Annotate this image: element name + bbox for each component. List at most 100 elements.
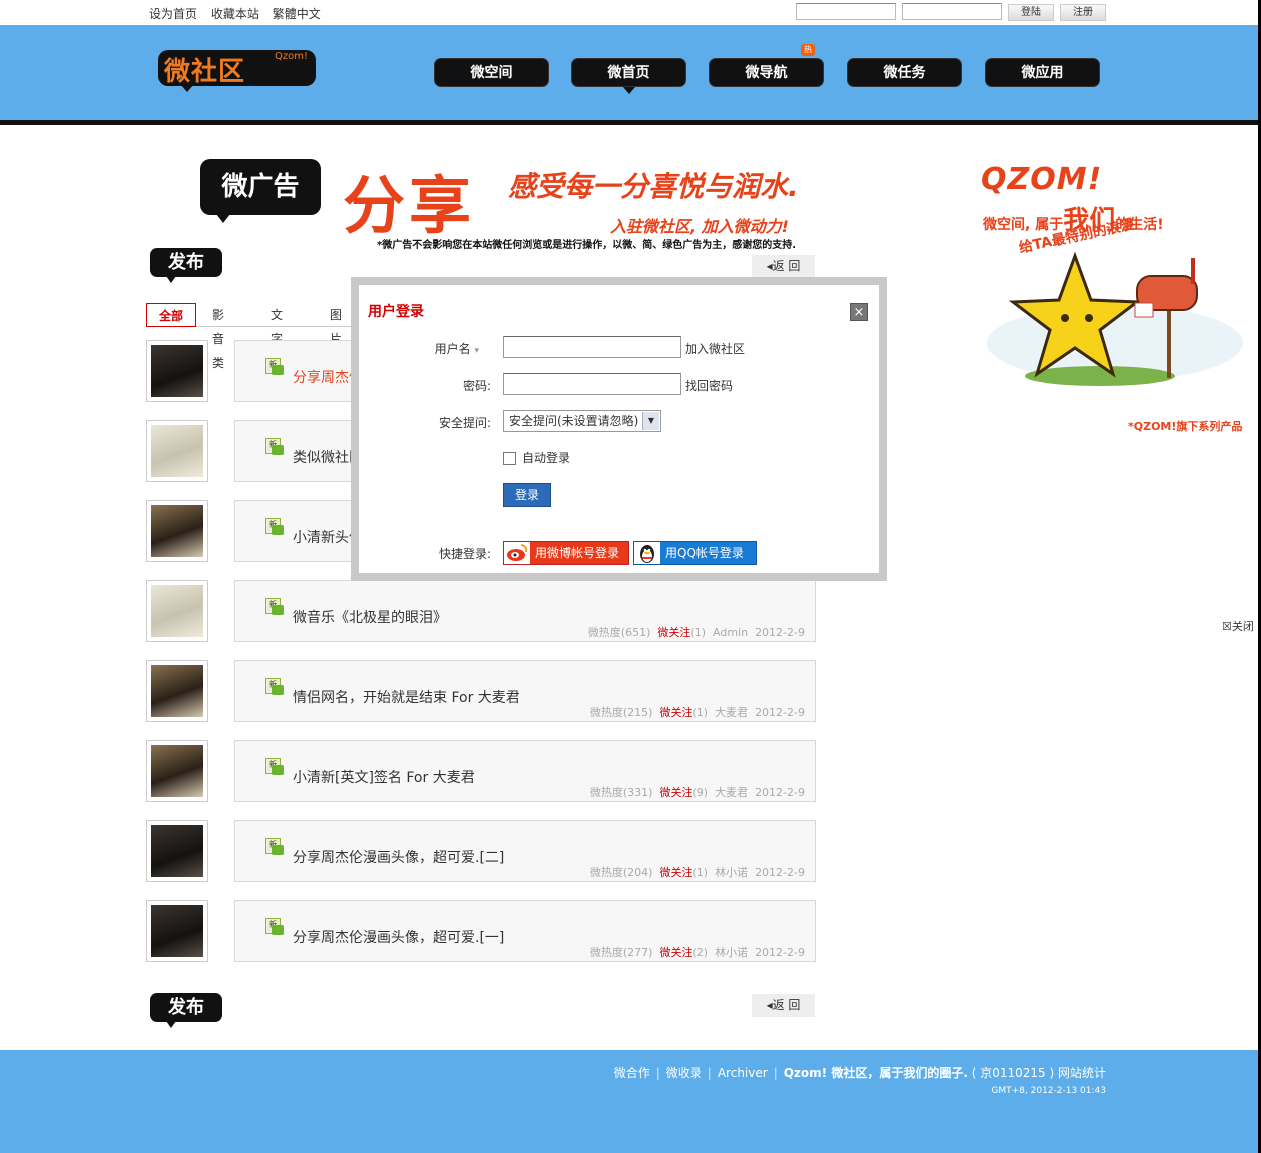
post-title[interactable]: 分享周杰伦漫画头像，超可爱.[二]: [293, 847, 504, 867]
bookmark-link[interactable]: 收藏本站: [211, 7, 259, 21]
post-title[interactable]: 小清新[英文]签名 For 大麦君: [293, 767, 475, 787]
post-follow-count: (9): [692, 786, 709, 799]
ad-slogan-sub[interactable]: 入驻微社区, 加入微动力!: [610, 213, 789, 237]
post-follow-count: (1): [690, 626, 706, 639]
footer-icp[interactable]: ( 京0110215 ): [972, 1066, 1054, 1080]
tab-text[interactable]: 文字类: [271, 303, 283, 370]
close-icon[interactable]: ×: [850, 303, 868, 321]
post-follow[interactable]: 微关注: [657, 626, 690, 639]
tab-all[interactable]: 全部: [146, 303, 196, 327]
post-avatar[interactable]: [146, 660, 208, 722]
ad-slogan[interactable]: 感受每一分喜悦与润水.: [508, 165, 799, 205]
login-modal: 用户登录 × 用户名 ▾ 加入微社区 密码: 找回密码 安全提问: 安全提问(未…: [351, 277, 887, 581]
nav-weirenwu[interactable]: 微任务: [847, 58, 962, 87]
tab-image[interactable]: 图片类: [330, 303, 342, 370]
post-follow[interactable]: 微关注: [659, 946, 692, 959]
post-avatar[interactable]: [146, 900, 208, 962]
footer-links: 微合作 | 微收录 | Archiver | Qzom! 微社区，属于我们的圈子. ( 京0…: [614, 1064, 1106, 1081]
nav-weishouye[interactable]: 微首页: [571, 58, 686, 94]
publish-label: 发布: [168, 997, 204, 1018]
footer-stats-link[interactable]: 网站统计: [1058, 1066, 1106, 1080]
traditional-chinese-link[interactable]: 繁體中文: [273, 7, 321, 21]
login-button[interactable]: 登录: [503, 483, 551, 507]
post-follow[interactable]: 微关注: [659, 866, 692, 879]
footer-link-archiver[interactable]: Archiver: [718, 1066, 768, 1080]
footer-link-cooperation[interactable]: 微合作: [614, 1066, 650, 1080]
post-author[interactable]: 大麦君: [715, 706, 748, 719]
post-author[interactable]: 大麦君: [715, 786, 748, 799]
nav-weiyingyong[interactable]: 微应用: [985, 58, 1100, 87]
publish-button-bottom[interactable]: 发布: [150, 993, 222, 1028]
nav-weikongjian[interactable]: 微空间: [434, 58, 549, 87]
post-title[interactable]: 情侣网名，开始就是结束 For 大麦君: [293, 687, 520, 707]
back-button-top[interactable]: ◂返 回: [752, 255, 815, 278]
login-modal-body: 用户登录 × 用户名 ▾ 加入微社区 密码: 找回密码 安全提问: 安全提问(未…: [359, 285, 879, 573]
star-mailbox-illustration[interactable]: [985, 248, 1250, 388]
top-password-input[interactable]: [902, 3, 1002, 20]
post-avatar[interactable]: [146, 580, 208, 642]
auto-login-label[interactable]: 自动登录: [522, 449, 570, 466]
hot-badge: 热: [801, 44, 815, 56]
avatar-image: [151, 905, 203, 957]
post-meta: 微热度(215) 微关注(1) 大麦君 2012-2-9: [590, 704, 805, 720]
weibo-icon: [504, 542, 530, 564]
footer-brand[interactable]: Qzom! 微社区，属于我们的圈子.: [784, 1066, 968, 1080]
username-label[interactable]: 用户名 ▾: [359, 340, 479, 357]
post-item[interactable]: 新 微音乐《北极星的眼泪》 微热度(651) 微关注(1) Admin 2012…: [234, 580, 816, 642]
nav-weidaohang[interactable]: 微导航: [709, 58, 824, 87]
post-avatar[interactable]: [146, 420, 208, 482]
post-author[interactable]: 林小诺: [715, 866, 748, 879]
post-avatar[interactable]: [146, 500, 208, 562]
post-item[interactable]: 新 分享周杰伦漫画头像，超可爱.[一] 微热度(277) 微关注(2) 林小诺 …: [234, 900, 816, 962]
post-follow-count: (1): [692, 866, 709, 879]
top-register-button[interactable]: 注册: [1060, 4, 1106, 21]
site-logo[interactable]: 微社区 Qzom!: [158, 50, 316, 92]
footer-link-collection[interactable]: 微收录: [666, 1066, 702, 1080]
post-avatar[interactable]: [146, 340, 208, 402]
post-item[interactable]: 新 分享周杰伦漫画头像，超可爱.[二] 微热度(204) 微关注(1) 林小诺 …: [234, 820, 816, 882]
post-heat: 微热度(204): [589, 866, 653, 879]
new-icon-bubble: [272, 605, 284, 615]
post-title[interactable]: 分享周杰伦漫画头像，超可爱.[一]: [293, 927, 504, 947]
avatar-image: [151, 425, 203, 477]
close-ad-link[interactable]: ☒关闭: [1222, 618, 1254, 634]
publish-button-top[interactable]: 发布: [150, 248, 222, 283]
set-homepage-link[interactable]: 设为首页: [149, 7, 197, 21]
post-follow[interactable]: 微关注: [659, 706, 692, 719]
ad-headline[interactable]: 分享: [343, 155, 475, 245]
post-item[interactable]: 新 情侣网名，开始就是结束 For 大麦君 微热度(215) 微关注(1) 大麦…: [234, 660, 816, 722]
security-question-label: 安全提问:: [438, 416, 491, 430]
nav-label: 微空间: [470, 65, 513, 81]
post-author[interactable]: Admin: [713, 626, 748, 639]
post-meta: 微热度(204) 微关注(1) 林小诺 2012-2-9: [590, 864, 805, 880]
qq-button-label: 用QQ帐号登录: [665, 546, 744, 560]
weibo-login-button[interactable]: 用微博帐号登录: [503, 541, 629, 565]
join-link[interactable]: 加入微社区: [685, 340, 745, 357]
ad-note: *微广告不会影响您在本站微任何浏览或是进行操作，以微、简、绿色广告为主，感谢您的…: [377, 240, 797, 251]
avatar-image: [151, 505, 203, 557]
back-button-bottom[interactable]: ◂返 回: [752, 994, 815, 1017]
post-follow[interactable]: 微关注: [659, 786, 692, 799]
post-date: 2012-2-9: [755, 786, 805, 799]
forgot-password-link[interactable]: 找回密码: [685, 377, 733, 394]
micro-ad-label: 微广告: [221, 172, 300, 202]
qq-login-button[interactable]: 用QQ帐号登录: [633, 541, 757, 565]
new-icon-bubble: [272, 845, 284, 855]
post-avatar[interactable]: [146, 740, 208, 802]
top-username-input[interactable]: [796, 3, 896, 20]
right-ad-note: *QZOM!旗下系列产品: [1128, 420, 1243, 433]
top-login-button[interactable]: 登陆: [1008, 4, 1054, 21]
tab-audio-video[interactable]: 影音类: [212, 303, 224, 370]
post-author[interactable]: 林小诺: [715, 946, 748, 959]
username-input[interactable]: [503, 336, 681, 358]
post-heat: 微热度(651): [587, 626, 651, 639]
right-ad-title[interactable]: QZOM!: [981, 162, 1102, 197]
post-avatar[interactable]: [146, 820, 208, 882]
post-item[interactable]: 新 小清新[英文]签名 For 大麦君 微热度(331) 微关注(9) 大麦君 …: [234, 740, 816, 802]
new-post-icon: 新: [265, 918, 285, 936]
post-title[interactable]: 微音乐《北极星的眼泪》: [293, 607, 447, 627]
password-input[interactable]: [503, 373, 681, 395]
auto-login-checkbox[interactable]: [503, 452, 516, 465]
quick-login-label: 快捷登录:: [438, 547, 491, 561]
security-question-select[interactable]: 安全提问(未设置请忽略) ▼: [503, 410, 661, 432]
